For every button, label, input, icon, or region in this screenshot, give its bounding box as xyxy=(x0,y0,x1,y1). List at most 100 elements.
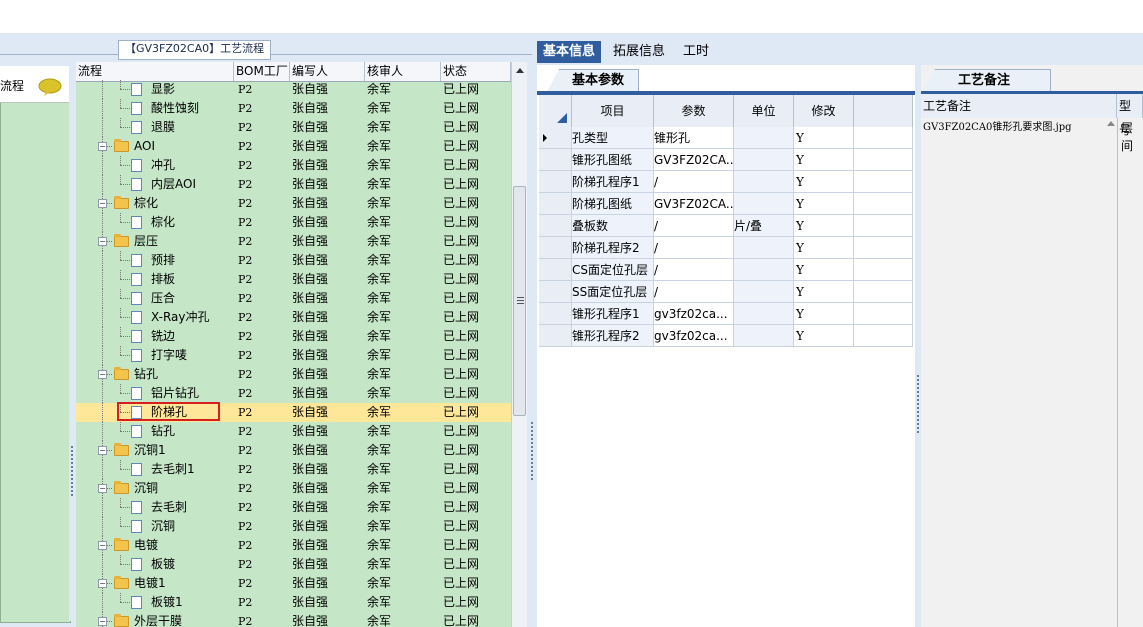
tree-node-label[interactable]: 铣边 xyxy=(151,327,175,346)
cell-item[interactable]: 阶梯孔程序2 xyxy=(572,237,654,259)
param-row[interactable]: 锥形孔图纸 GV3FZ02CA... Y xyxy=(539,149,913,171)
collapse-icon[interactable]: − xyxy=(98,541,107,550)
collapse-icon[interactable]: − xyxy=(98,579,107,588)
tree-scrollbar[interactable] xyxy=(511,62,528,627)
tree-row[interactable]: 沉铜 P2 张自强 余军 已上网 xyxy=(76,517,511,536)
tree-row[interactable]: 预排 P2 张自强 余军 已上网 xyxy=(76,251,511,270)
tree-node-label[interactable]: 沉铜1 xyxy=(134,441,166,460)
tree-node-label[interactable]: 酸性蚀刻 xyxy=(151,99,199,118)
cell-param[interactable]: GV3FZ02CA... xyxy=(654,149,734,171)
cell-modify[interactable]: Y xyxy=(794,281,854,303)
tree-node-label[interactable]: 显影 xyxy=(151,80,175,99)
tree-row[interactable]: 钻孔 P2 张自强 余军 已上网 xyxy=(76,422,511,441)
collapse-icon[interactable]: − xyxy=(98,199,107,208)
cell-param[interactable]: gv3fz02ca... xyxy=(654,303,734,325)
tree-row[interactable]: − 电镀1 P2 张自强 余军 已上网 xyxy=(76,574,511,593)
tree-node-label[interactable]: 电镀 xyxy=(134,536,158,555)
tree-row[interactable]: − 层压 P2 张自强 余军 已上网 xyxy=(76,232,511,251)
tree-row[interactable]: 冲孔 P2 张自强 余军 已上网 xyxy=(76,156,511,175)
row-header[interactable] xyxy=(539,259,572,281)
cell-item[interactable]: 孔类型 xyxy=(572,127,654,149)
cell-modify[interactable]: Y xyxy=(794,259,854,281)
tree-row[interactable]: 铝片钻孔 P2 张自强 余军 已上网 xyxy=(76,384,511,403)
tree-node-label[interactable]: 打字唛 xyxy=(151,346,187,365)
cell-modify[interactable]: Y xyxy=(794,325,854,347)
tree-row[interactable]: 打字唛 P2 张自强 余军 已上网 xyxy=(76,346,511,365)
cell-unit[interactable]: 片/叠 xyxy=(734,215,794,237)
param-row[interactable]: 叠板数 / 片/叠 Y xyxy=(539,215,913,237)
tree-node-label[interactable]: 棕化 xyxy=(151,213,175,232)
cell-modify[interactable]: Y xyxy=(794,193,854,215)
cell-unit[interactable] xyxy=(734,193,794,215)
param-row[interactable]: 阶梯孔程序2/ Y xyxy=(539,237,913,259)
scroll-up-icon[interactable] xyxy=(516,68,524,73)
param-row[interactable]: 阶梯孔图纸 GV3FZ02CA... Y xyxy=(539,193,913,215)
cell-modify[interactable]: Y xyxy=(794,127,854,149)
param-row[interactable]: 孔类型 锥形孔 Y xyxy=(539,127,913,149)
tree-row[interactable]: − 沉铜1 P2 张自强 余军 已上网 xyxy=(76,441,511,460)
left-nav-label[interactable]: 流程 xyxy=(0,77,24,94)
col-header-process[interactable]: 流程 xyxy=(76,62,234,81)
cell-modify[interactable]: Y xyxy=(794,171,854,193)
tree-node-label[interactable]: 去毛刺 xyxy=(151,498,187,517)
cell-item[interactable]: SS面定位孔层 xyxy=(572,281,654,303)
cell-unit[interactable] xyxy=(734,303,794,325)
collapse-icon[interactable]: − xyxy=(98,617,107,626)
row-header[interactable] xyxy=(539,149,572,171)
scroll-thumb[interactable] xyxy=(513,186,526,416)
row-header[interactable] xyxy=(539,325,572,347)
tab-extended-info[interactable]: 拓展信息 xyxy=(607,41,671,63)
collapse-icon[interactable]: − xyxy=(98,484,107,493)
cell-modify[interactable]: Y xyxy=(794,215,854,237)
param-row[interactable]: 锥形孔程序1 gv3fz02ca... Y xyxy=(539,303,913,325)
cell-item[interactable]: 阶梯孔图纸 xyxy=(572,193,654,215)
tree-node-label[interactable]: 层压 xyxy=(134,232,158,251)
tab-basic-info[interactable]: 基本信息 xyxy=(537,41,602,63)
cell-param[interactable]: GV3FZ02CA... xyxy=(654,193,734,215)
cell-modify[interactable]: Y xyxy=(794,237,854,259)
notes-attachment[interactable]: GV3FZ02CA0锥形孔要求图.jpg xyxy=(923,119,1072,137)
tree-node-label[interactable]: 内层AOI xyxy=(151,175,196,194)
tree-node-label[interactable]: 去毛刺1 xyxy=(151,460,195,479)
row-header[interactable] xyxy=(539,237,572,259)
cell-item[interactable]: 锥形孔程序2 xyxy=(572,325,654,347)
tree-node-label[interactable]: 排板 xyxy=(151,270,175,289)
col-header-bom[interactable]: BOM工厂 xyxy=(234,62,290,81)
row-header[interactable] xyxy=(539,303,572,325)
cell-param[interactable]: gv3fz02ca... xyxy=(654,325,734,347)
tree-node-label[interactable]: 棕化 xyxy=(134,194,158,213)
cell-param[interactable]: / xyxy=(654,237,734,259)
tree-node-label[interactable]: 板镀 xyxy=(151,555,175,574)
cell-param[interactable]: / xyxy=(654,281,734,303)
tree-row[interactable]: 去毛刺 P2 张自强 余军 已上网 xyxy=(76,498,511,517)
tree-node-label[interactable]: 冲孔 xyxy=(151,156,175,175)
tree-row[interactable]: 板镀1 P2 张自强 余军 已上网 xyxy=(76,593,511,612)
tree-row[interactable]: 铣边 P2 张自强 余军 已上网 xyxy=(76,327,511,346)
comment-bubble-icon[interactable] xyxy=(38,78,62,96)
tree-node-label[interactable]: 预排 xyxy=(151,251,175,270)
center-splitter[interactable] xyxy=(527,62,537,627)
row-header[interactable] xyxy=(539,127,572,149)
row-header[interactable] xyxy=(539,193,572,215)
param-row[interactable]: SS面定位孔层 / Y xyxy=(539,281,913,303)
col-header-notes[interactable]: 工艺备注 xyxy=(921,94,1117,118)
tree-row[interactable]: 排板 P2 张自强 余军 已上网 xyxy=(76,270,511,289)
tree-row[interactable]: 去毛刺1 P2 张自强 余军 已上网 xyxy=(76,460,511,479)
collapse-icon[interactable]: − xyxy=(98,446,107,455)
param-row[interactable]: 锥形孔程序2 gv3fz02ca... Y xyxy=(539,325,913,347)
cell-modify[interactable]: Y xyxy=(794,149,854,171)
tree-row[interactable]: 板镀 P2 张自强 余军 已上网 xyxy=(76,555,511,574)
tree-node-label[interactable]: 沉铜 xyxy=(134,479,158,498)
cell-param[interactable]: / xyxy=(654,215,734,237)
collapse-icon[interactable]: − xyxy=(98,142,107,151)
tree-row[interactable]: 棕化 P2 张自强 余军 已上网 xyxy=(76,213,511,232)
param-row[interactable]: 阶梯孔程序1/ Y xyxy=(539,171,913,193)
tree-node-label[interactable]: 电镀1 xyxy=(134,574,166,593)
tree-row[interactable]: − AOI P2 张自强 余军 已上网 xyxy=(76,137,511,156)
tree-row[interactable]: − 钻孔 P2 张自强 余军 已上网 xyxy=(76,365,511,384)
tree-node-label[interactable]: 外层干膜 xyxy=(134,612,182,627)
cell-unit[interactable] xyxy=(734,171,794,193)
cell-item[interactable]: 阶梯孔程序1 xyxy=(572,171,654,193)
tab-work-hours[interactable]: 工时 xyxy=(677,41,715,63)
tree-node-label[interactable]: 钻孔 xyxy=(134,365,158,384)
